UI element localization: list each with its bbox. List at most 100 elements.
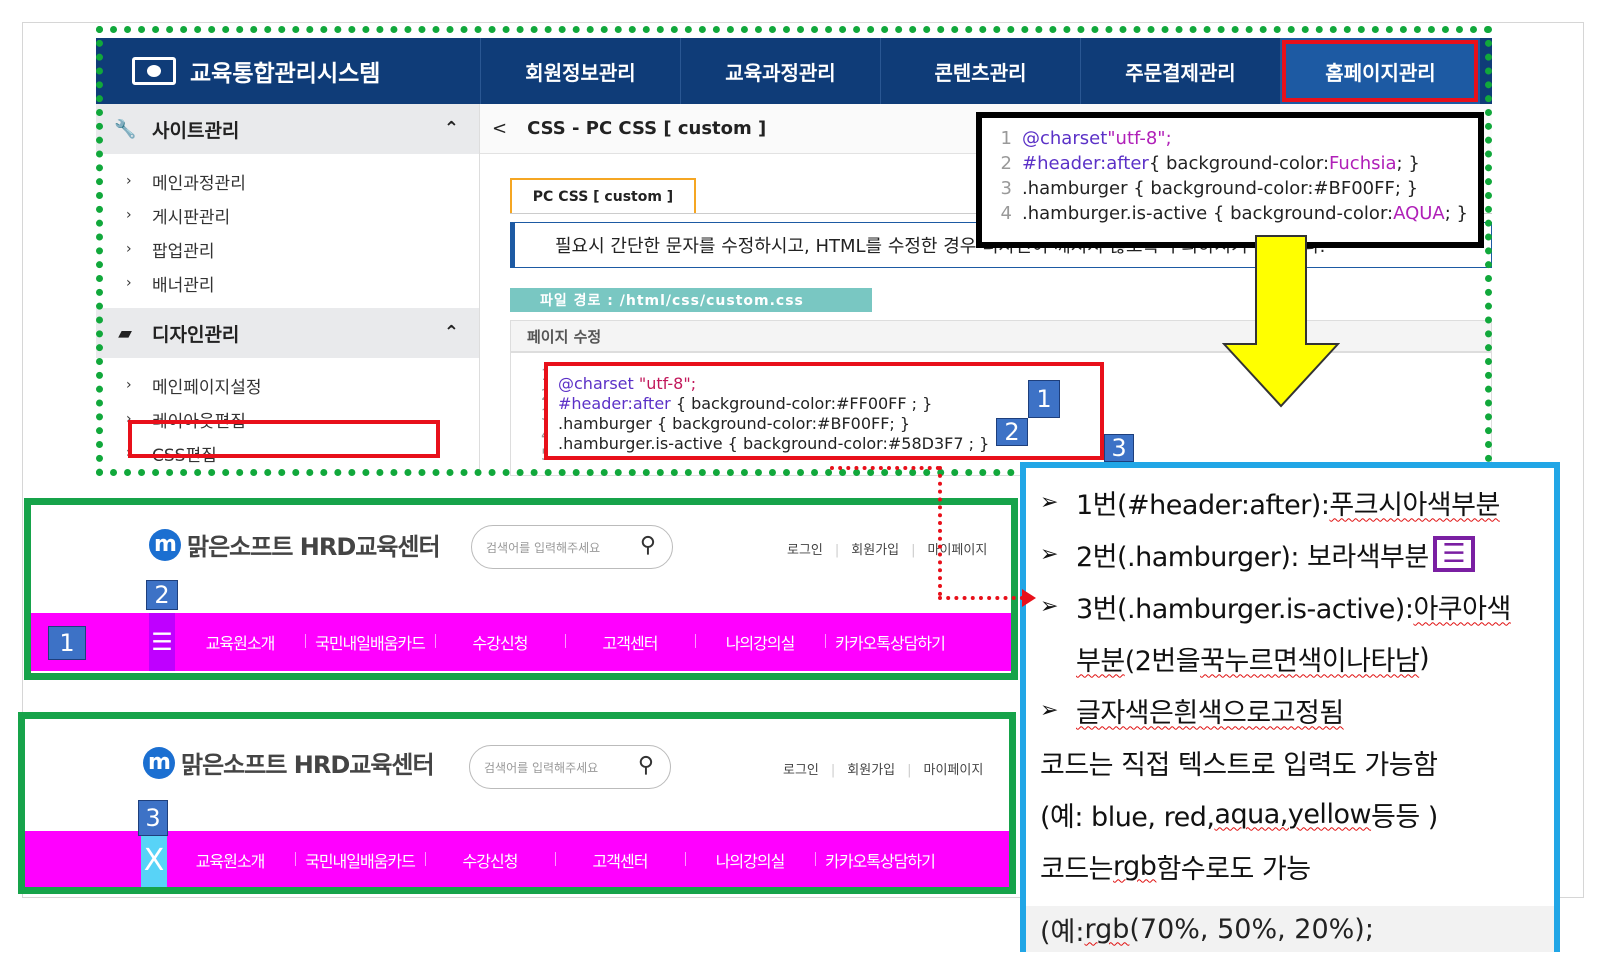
topnav-course[interactable]: 교육과정관리 <box>680 38 880 104</box>
explain-line-1: ➢ 1번(#header:after): 푸크시아색부분 <box>1040 476 1554 528</box>
sidebar-design-list: › 메인페이지설정 › 레이아웃편집 › CSS편집 <box>96 358 479 476</box>
main-menu: 교육원소개 국민내일배움카드 수강신청 고객센터 나의강의실 카카오톡상담하기 <box>175 613 955 671</box>
code-rule: .hamburger { background-color:#BF00FF; } <box>1022 178 1419 199</box>
menu-item[interactable]: 교육원소개 <box>165 848 295 872</box>
monitor-icon <box>132 57 176 85</box>
mypage-link[interactable]: 마이페이지 <box>911 539 988 558</box>
login-link[interactable]: 로그인 <box>783 759 819 778</box>
signup-link[interactable]: 회원가입 <box>831 759 895 778</box>
chevron-right-icon: › <box>126 207 132 223</box>
explain-line-6: 코드는 직접 텍스트로 입력도 가능함 <box>1040 749 1438 781</box>
explain-text: (2번을 <box>1124 645 1201 677</box>
search-input[interactable]: 검색어를 입력해주세요 ⚲ <box>471 525 673 569</box>
menu-item[interactable]: 고객센터 <box>565 630 695 654</box>
mypage-link[interactable]: 마이페이지 <box>907 759 984 778</box>
line-number: 4 <box>1000 203 1012 224</box>
admin-topnav: 회원정보관리 교육과정관리 콘텐츠관리 주문결제관리 홈페이지관리 <box>480 38 1492 104</box>
explain-text: 꾹누르면색이나타남 <box>1200 645 1420 677</box>
menu-item[interactable]: 교육원소개 <box>175 630 305 654</box>
explanation-box: ➢ 1번(#header:after): 푸크시아색부분 ➢ 2번(.hamburg… <box>1020 462 1560 952</box>
code-rule: { background-color:#FF00FF ; } <box>670 394 933 413</box>
sidebar-item[interactable]: › 게시판관리 <box>96 198 479 232</box>
sidebar-section-design-label: 디자인관리 <box>152 323 240 346</box>
badge-3-preview: 3 <box>138 800 168 836</box>
explain-text: (70%, 50%, 20%); <box>1129 913 1374 945</box>
menu-item[interactable]: 나의강의실 <box>685 848 815 872</box>
search-icon[interactable]: ⚲ <box>640 533 656 558</box>
explain-text: rgb <box>1084 913 1130 945</box>
badge-2: 2 <box>996 418 1028 446</box>
sidebar-section-site-label: 사이트관리 <box>152 119 240 142</box>
badge-3: 3 <box>1104 434 1134 462</box>
menu-item[interactable]: 수강신청 <box>425 848 555 872</box>
sidebar-item-label: 메인과정관리 <box>152 173 246 194</box>
badge-1: 1 <box>1028 380 1060 418</box>
topnav-member[interactable]: 회원정보관리 <box>480 38 680 104</box>
line-number: 3 <box>1000 178 1012 199</box>
topnav-content[interactable]: 콘텐츠관리 <box>880 38 1080 104</box>
explain-line-2: ➢ 2번(.hamburger): 보라색부분 ☰ <box>1040 528 1554 580</box>
explain-text: rgb <box>1113 850 1157 882</box>
line-number: 1 <box>1000 128 1012 149</box>
topnav-homepage[interactable]: 홈페이지관리 <box>1280 38 1480 104</box>
nav-bar-fuchsia: ☰ 교육원소개 국민내일배움카드 수강신청 고객센터 나의강의실 카카오톡상담하… <box>31 613 1011 671</box>
chevron-right-icon: › <box>126 275 132 291</box>
search-icon[interactable]: ⚲ <box>638 753 654 778</box>
sidebar-item[interactable]: › 메인페이지설정 <box>96 368 479 402</box>
code-line-2: #header:after { background-color:#FF00FF… <box>558 394 1100 414</box>
menu-item[interactable]: 국민내일배움카드 <box>295 848 425 872</box>
breadcrumb-title: CSS - PC CSS [ custom ] <box>527 118 767 139</box>
sidebar-section-site[interactable]: 🔧 사이트관리 ⌃ <box>96 104 479 154</box>
explain-text: (예: blue, red, <box>1040 801 1215 833</box>
chevron-up-icon[interactable]: ⌃ <box>444 118 459 139</box>
menu-item[interactable]: 고객센터 <box>555 848 685 872</box>
connector-line <box>938 466 942 596</box>
login-link[interactable]: 로그인 <box>787 539 823 558</box>
close-icon[interactable]: X <box>141 831 167 887</box>
logo-mark: m <box>149 528 181 561</box>
menu-item[interactable]: 카카오톡상담하기 <box>815 848 945 872</box>
connector-line <box>830 466 940 470</box>
snippet-line-4: 4 .hamburger.is-active { background-color… <box>990 203 1478 228</box>
admin-brand-label: 교육통합관리시스템 <box>190 61 381 87</box>
explain-line-3: ➢ 3번(.hamburger.is-active): 아쿠아색 <box>1040 580 1554 632</box>
code-rule-end: ; } <box>1444 203 1468 224</box>
menu-item[interactable]: 나의강의실 <box>695 630 825 654</box>
snippet-line-1: 1 @charset "utf-8"; <box>990 128 1478 153</box>
sidebar-item[interactable]: › 메인과정관리 <box>96 164 479 198</box>
signup-link[interactable]: 회원가입 <box>835 539 899 558</box>
edit-header: 페이지 수정 <box>510 320 1492 352</box>
sidebar-item-label: 팝업관리 <box>152 241 215 262</box>
sidebar-item[interactable]: › 배너관리 <box>96 266 479 300</box>
sidebar-item[interactable]: › 팝업관리 <box>96 232 479 266</box>
search-input[interactable]: 검색어를 입력해주세요 ⚲ <box>469 745 671 789</box>
back-arrow-icon[interactable]: < <box>492 118 507 139</box>
explain-text: 글자색은흰색으로고정됨 <box>1076 697 1344 729</box>
chevron-up-icon[interactable]: ⌃ <box>444 322 459 343</box>
menu-item[interactable]: 수강신청 <box>435 630 565 654</box>
admin-brand[interactable]: 교육통합관리시스템 <box>96 38 480 104</box>
explain-line-8: 코드는 rgb 함수로도 가능 <box>1040 840 1554 892</box>
chevron-right-icon: › <box>126 377 132 393</box>
explain-line-4: 부분 (2번을 꾹누르면색이나타남 ) <box>1040 632 1554 684</box>
code-rule: .hamburger.is-active { background-color: <box>1022 203 1394 224</box>
topnav-order[interactable]: 주문결제관리 <box>1080 38 1280 104</box>
sidebar-section-design[interactable]: ▰ 디자인관리 ⌃ <box>96 308 479 358</box>
header-links: 로그인 회원가입 마이페이지 <box>783 759 983 778</box>
code-selector: #header:after <box>1022 153 1149 174</box>
menu-item[interactable]: 카카오톡상담하기 <box>825 630 955 654</box>
explain-text: 아쿠아색 <box>1413 593 1511 625</box>
hamburger-button[interactable]: ☰ <box>149 613 175 671</box>
menu-item[interactable]: 국민내일배움카드 <box>305 630 435 654</box>
code-selector: #header:after <box>558 394 671 413</box>
chevron-right-icon: › <box>126 241 132 257</box>
site-logo[interactable]: m 맑은소프트 HRD교육센터 <box>149 527 441 562</box>
nav-bar-fuchsia: X 교육원소개 국민내일배움카드 수강신청 고객센터 나의강의실 카카오톡상담하… <box>25 831 1009 887</box>
badge-1-preview: 1 <box>48 626 86 660</box>
tab-pc-css[interactable]: PC CSS [ custom ] <box>510 178 696 214</box>
site-logo[interactable]: m 맑은소프트 HRD교육센터 <box>143 745 435 780</box>
arrow-bullet-icon: ➢ <box>1040 593 1058 619</box>
code-keyword: @charset <box>1022 128 1108 149</box>
sidebar-site-list: › 메인과정관리 › 게시판관리 › 팝업관리 › 배너관리 <box>96 154 479 308</box>
explain-text: (예: <box>1040 916 1085 948</box>
